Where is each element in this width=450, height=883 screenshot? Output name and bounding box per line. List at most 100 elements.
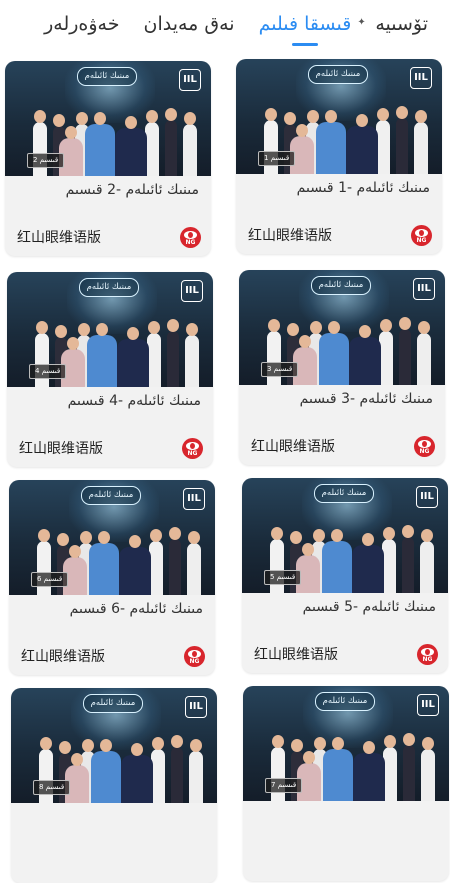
cast-member — [187, 543, 201, 595]
cast-member — [383, 747, 397, 801]
channel-logo-text: NG — [416, 237, 427, 244]
tab-recommend[interactable]: تۆسىيە ✦ — [357, 13, 428, 35]
show-logo: مىنىك ئائىلەم — [81, 486, 141, 505]
cast-member — [165, 120, 177, 176]
cast-member — [322, 541, 352, 593]
video-card[interactable]: مىنىك ئائىلەم IIL 5 قىسىم مىنىك ئائىلەم … — [242, 478, 448, 673]
tab-live-scene[interactable]: نەق مەيدان — [143, 13, 234, 35]
cast-member — [396, 118, 408, 174]
episode-title[interactable]: مىنىك ئائىلەم -3 قىسىم — [247, 391, 433, 407]
channel-logo-icon[interactable]: NG — [414, 436, 435, 457]
cast-member — [352, 545, 384, 593]
episode-badge: 2 قىسىم — [27, 153, 65, 168]
cast-member — [171, 747, 183, 803]
channel-name[interactable]: 红山眼维语版 — [254, 644, 338, 664]
cast-member — [119, 547, 151, 595]
channel-logo-text: NG — [189, 658, 200, 665]
episode-title[interactable]: مىنىك ئائىلەم -5 قىسىم — [250, 599, 436, 615]
eye-icon — [186, 442, 199, 450]
video-card[interactable]: مىنىك ئائىلەم IIL 4 قىسىم مىنىك ئائىلەم … — [7, 272, 213, 467]
show-logo: مىنىك ئائىلەم — [315, 692, 375, 711]
video-thumbnail[interactable]: مىنىك ئائىلەم IIL 8 قىسىم — [11, 688, 217, 803]
video-thumbnail[interactable]: مىنىك ئائىلەم IIL 2 قىسىم — [5, 61, 211, 176]
card-footer: 红山眼维语版 NG — [21, 646, 205, 668]
show-logo: مىنىك ئائىلەم — [308, 65, 368, 84]
video-card[interactable]: مىنىك ئائىلەم IIL 1 قىسىم مىنىك ئائىلەم … — [236, 59, 442, 254]
cast-member — [403, 745, 415, 801]
channel-name[interactable]: 红山眼维语版 — [21, 646, 105, 666]
channel-watermark-icon: IIL — [410, 67, 432, 89]
video-card[interactable]: مىنىك ئائىلەم IIL 3 قىسىم مىنىك ئائىلەم … — [239, 270, 445, 465]
cast-member — [420, 541, 434, 593]
cast-member — [316, 122, 346, 174]
card-footer: 红山眼维语版 NG — [251, 436, 435, 458]
cast-member — [382, 539, 396, 593]
channel-logo-icon[interactable]: NG — [417, 644, 438, 665]
tab-label: خەۋەرلەر — [44, 13, 120, 35]
cast-member — [402, 537, 414, 593]
episode-badge: 5 قىسىم — [264, 570, 302, 585]
tab-news[interactable]: خەۋەرلەر — [44, 13, 119, 35]
tab-short-film[interactable]: قىسقا فىلىم — [259, 13, 352, 35]
cast-member — [414, 122, 428, 174]
episode-title[interactable]: مىنىك ئائىلەم -2 قىسىم — [13, 182, 199, 198]
channel-logo-text: NG — [187, 450, 198, 457]
channel-logo-icon[interactable]: NG — [182, 438, 203, 459]
channel-logo-icon[interactable]: NG — [180, 227, 201, 248]
sparkle-icon: ✦ — [357, 17, 366, 28]
video-thumbnail[interactable]: مىنىك ئائىلەم IIL 7 قىسىم — [243, 686, 449, 801]
cast-member — [89, 543, 119, 595]
channel-watermark-icon: IIL — [416, 486, 438, 508]
channel-watermark-icon: IIL — [183, 488, 205, 510]
channel-logo-icon[interactable]: NG — [184, 646, 205, 667]
cast-member — [353, 753, 385, 801]
cast-member — [417, 333, 431, 385]
channel-name[interactable]: 红山眼维语版 — [17, 227, 101, 247]
channel-watermark-icon: IIL — [179, 69, 201, 91]
eye-icon — [421, 648, 434, 656]
card-footer: 红山眼维语版 NG — [254, 644, 438, 666]
channel-logo-text: NG — [422, 656, 433, 663]
cast-member — [91, 751, 121, 803]
cast-member — [167, 331, 179, 387]
video-thumbnail[interactable]: مىنىك ئائىلەم IIL 6 قىسىم — [9, 480, 215, 595]
channel-name[interactable]: 红山眼维语版 — [19, 438, 103, 458]
video-card[interactable]: مىنىك ئائىلەم IIL 7 قىسىم NG — [243, 686, 449, 881]
video-card[interactable]: مىنىك ئائىلەم IIL 8 قىسىم NG — [11, 688, 217, 883]
cast-member — [85, 124, 115, 176]
episode-badge: 7 قىسىم — [265, 778, 303, 793]
channel-logo-text: NG — [419, 448, 430, 455]
category-tabs: تۆسىيە ✦ قىسقا فىلىم نەق مەيدان خەۋەرلەر — [0, 0, 450, 48]
episode-badge: 1 قىسىم — [258, 151, 296, 166]
episode-title[interactable]: مىنىك ئائىلەم -6 قىسىم — [17, 601, 203, 617]
cast-member — [121, 755, 153, 803]
video-card[interactable]: مىنىك ئائىلەم IIL 2 قىسىم مىنىك ئائىلەم … — [5, 61, 211, 256]
cast-member — [421, 749, 435, 801]
cast-member — [185, 335, 199, 387]
channel-name[interactable]: 红山眼维语版 — [251, 436, 335, 456]
video-thumbnail[interactable]: مىنىك ئائىلەم IIL 5 قىسىم — [242, 478, 448, 593]
channel-watermark-icon: IIL — [413, 278, 435, 300]
tab-label: نەق مەيدان — [143, 13, 235, 35]
channel-logo-icon[interactable]: NG — [411, 225, 432, 246]
eye-icon — [418, 440, 431, 448]
card-footer: 红山眼维语版 NG — [19, 438, 203, 460]
episode-title[interactable]: مىنىك ئائىلەم -1 قىسىم — [244, 180, 430, 196]
video-thumbnail[interactable]: مىنىك ئائىلەم IIL 4 قىسىم — [7, 272, 213, 387]
cast-member — [149, 541, 163, 595]
channel-name[interactable]: 红山眼维语版 — [248, 225, 332, 245]
video-thumbnail[interactable]: مىنىك ئائىلەم IIL 1 قىسىم — [236, 59, 442, 174]
channel-watermark-icon: IIL — [185, 696, 207, 718]
cast-member — [151, 749, 165, 803]
cast-member — [319, 333, 349, 385]
cast-member — [183, 124, 197, 176]
cast-member — [115, 128, 147, 176]
video-thumbnail[interactable]: مىنىك ئائىلەم IIL 3 قىسىم — [239, 270, 445, 385]
video-card[interactable]: مىنىك ئائىلەم IIL 6 قىسىم مىنىك ئائىلەم … — [9, 480, 215, 675]
cast-member — [376, 120, 390, 174]
tab-label: قىسقا فىلىم — [258, 13, 352, 35]
cast-member — [323, 749, 353, 801]
episode-title[interactable]: مىنىك ئائىلەم -4 قىسىم — [15, 393, 201, 409]
channel-watermark-icon: IIL — [181, 280, 203, 302]
episode-badge: 3 قىسىم — [261, 362, 299, 377]
